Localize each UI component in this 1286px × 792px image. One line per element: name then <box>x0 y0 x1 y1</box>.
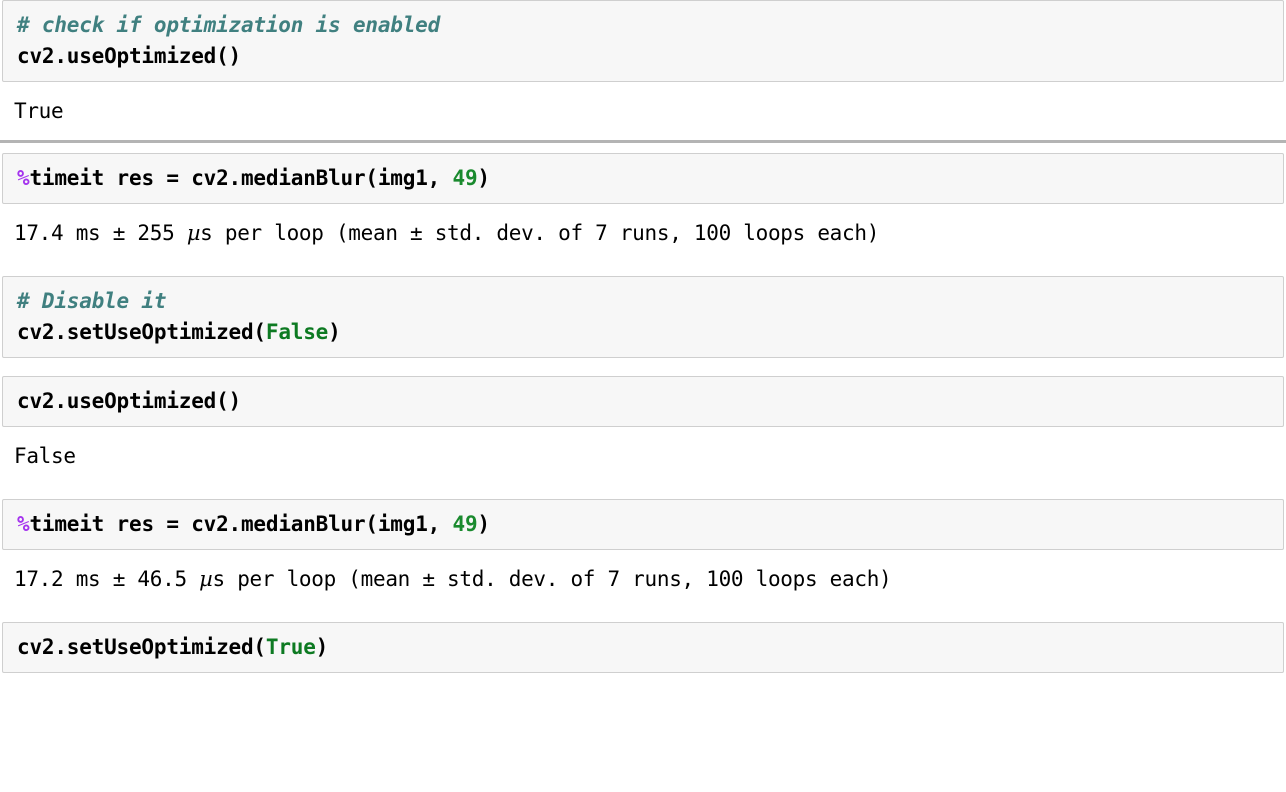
code-cell-4[interactable]: cv2.useOptimized() <box>2 376 1284 427</box>
code-line-statement: cv2.setUseOptimized(True) <box>17 632 1283 663</box>
keyword-token: False <box>265 320 329 344</box>
code-line-statement: cv2.useOptimized() <box>17 386 1283 417</box>
output-text-post: s per loop (mean ± std. dev. of 7 runs, … <box>212 567 892 591</box>
output-text-pre: 17.2 ms ± 46.5 <box>14 567 200 591</box>
output-text-post: s per loop (mean ± std. dev. of 7 runs, … <box>200 221 880 245</box>
micro-symbol: µ <box>199 567 213 591</box>
code-token-tail: ) <box>477 512 490 536</box>
notebook-container: # check if optimization is enabled cv2.u… <box>0 0 1286 673</box>
code-token: cv2.setUseOptimized( <box>17 635 266 659</box>
magic-token: % <box>17 166 30 190</box>
code-cell-2[interactable]: %timeit res = cv2.medianBlur(img1, 49) <box>2 153 1284 204</box>
output-text: True <box>14 99 64 123</box>
output-text: False <box>14 444 76 468</box>
code-line-statement: cv2.useOptimized() <box>17 41 1283 72</box>
code-token: cv2.useOptimized() <box>17 44 241 68</box>
magic-token: % <box>17 512 30 536</box>
micro-symbol: µ <box>186 221 201 245</box>
code-cell-3[interactable]: # Disable it cv2.setUseOptimized(False) <box>2 276 1284 358</box>
code-token-tail: ) <box>315 635 329 659</box>
code-token: timeit res = cv2.medianBlur(img1, <box>29 166 453 190</box>
output-cell-1: True <box>0 82 1286 140</box>
number-token: 49 <box>452 512 478 536</box>
number-token: 49 <box>452 166 478 190</box>
keyword-token: True <box>265 635 316 659</box>
comment-token: # Disable it <box>17 289 167 313</box>
code-line-timeit: %timeit res = cv2.medianBlur(img1, 49) <box>17 163 1283 194</box>
code-line-comment: # Disable it <box>17 286 1283 317</box>
code-token-tail: ) <box>477 166 490 190</box>
output-cell-5: 17.2 ms ± 46.5 µs per loop (mean ± std. … <box>0 550 1286 608</box>
output-text: 17.4 ms ± 255 µs per loop (mean ± std. d… <box>14 218 1286 248</box>
code-line-comment: # check if optimization is enabled <box>17 10 1283 41</box>
code-line-timeit: %timeit res = cv2.medianBlur(img1, 49) <box>17 509 1283 540</box>
code-line-statement: cv2.setUseOptimized(False) <box>17 317 1283 348</box>
code-token: timeit res = cv2.medianBlur(img1, <box>29 512 453 536</box>
code-token: cv2.useOptimized() <box>17 389 241 413</box>
code-cell-6[interactable]: cv2.setUseOptimized(True) <box>2 622 1284 673</box>
code-token-tail: ) <box>328 320 341 344</box>
output-cell-2: 17.4 ms ± 255 µs per loop (mean ± std. d… <box>0 204 1286 262</box>
output-text-pre: 17.4 ms ± 255 <box>14 221 187 245</box>
output-text: 17.2 ms ± 46.5 µs per loop (mean ± std. … <box>14 564 1286 594</box>
code-token: cv2.setUseOptimized( <box>17 320 266 344</box>
output-cell-4: False <box>0 427 1286 485</box>
code-cell-5[interactable]: %timeit res = cv2.medianBlur(img1, 49) <box>2 499 1284 550</box>
code-cell-1[interactable]: # check if optimization is enabled cv2.u… <box>2 0 1284 82</box>
comment-token: # check if optimization is enabled <box>17 13 441 37</box>
